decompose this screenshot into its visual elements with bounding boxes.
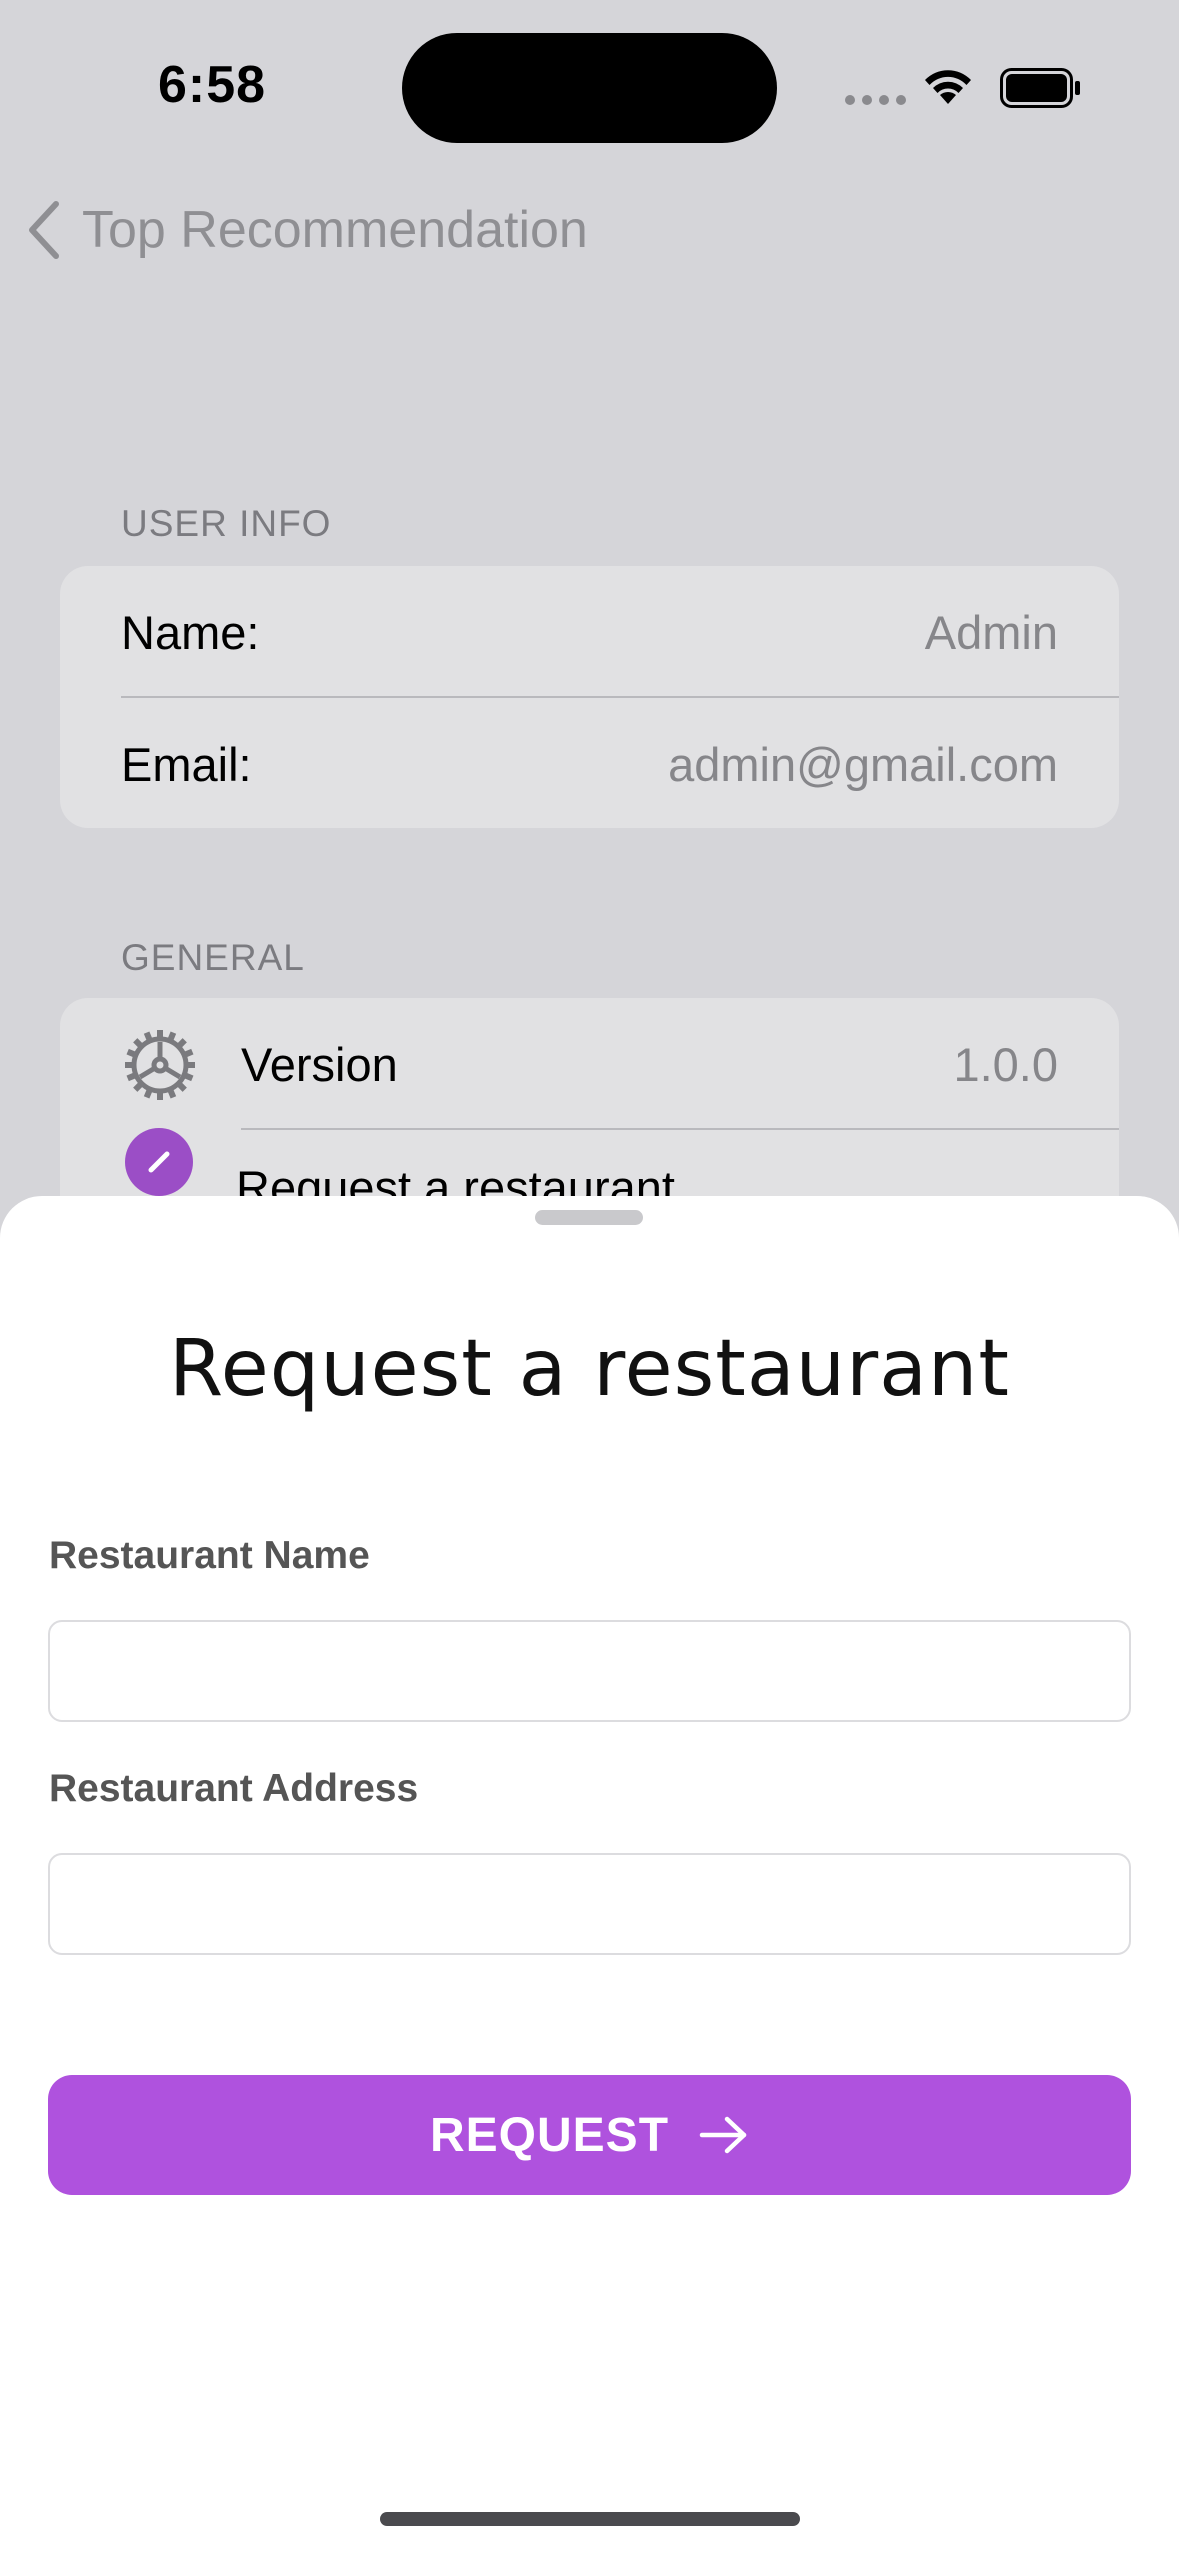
email-label: Email: [121,737,252,791]
back-button-label: Top Recommendation [82,201,588,259]
request-restaurant-sheet: Request a restaurant Restaurant Name Res… [0,1196,1179,2556]
email-value: admin@gmail.com [668,737,1058,791]
pencil-icon [125,1128,193,1196]
restaurant-name-input[interactable] [48,1620,1131,1722]
sheet-title: Request a restaurant [169,1324,1010,1414]
user-email-row: Email: admin@gmail.com [60,698,1119,828]
request-button[interactable]: REQUEST [48,2075,1131,2195]
wifi-icon [925,70,971,104]
battery-icon [1000,68,1080,108]
gear-icon [125,1030,195,1100]
version-row: Version 1.0.0 [60,998,1119,1130]
user-name-row: Name: Admin [60,566,1119,698]
chevron-left-icon [29,201,59,259]
restaurant-address-input[interactable] [48,1853,1131,1955]
status-bar: 6:58 [0,0,1179,175]
back-button[interactable]: Top Recommendation [26,195,588,265]
arrow-right-icon [699,2116,747,2154]
dynamic-island [402,33,777,143]
restaurant-address-label: Restaurant Address [49,1767,419,1810]
version-label: Version [241,1037,398,1091]
general-header: GENERAL [121,937,305,978]
sheet-grabber[interactable] [535,1210,643,1225]
name-label: Name: [121,605,260,659]
user-info-header: USER INFO [121,503,332,544]
cellular-signal-icon [845,95,906,105]
user-info-card: Name: Admin Email: admin@gmail.com [60,566,1119,828]
home-indicator [380,2512,800,2526]
divider [241,1128,1119,1130]
name-value: Admin [924,605,1058,659]
status-time: 6:58 [158,56,267,114]
request-button-label: REQUEST [429,2108,670,2162]
version-value: 1.0.0 [953,1037,1058,1091]
restaurant-name-label: Restaurant Name [49,1534,370,1577]
